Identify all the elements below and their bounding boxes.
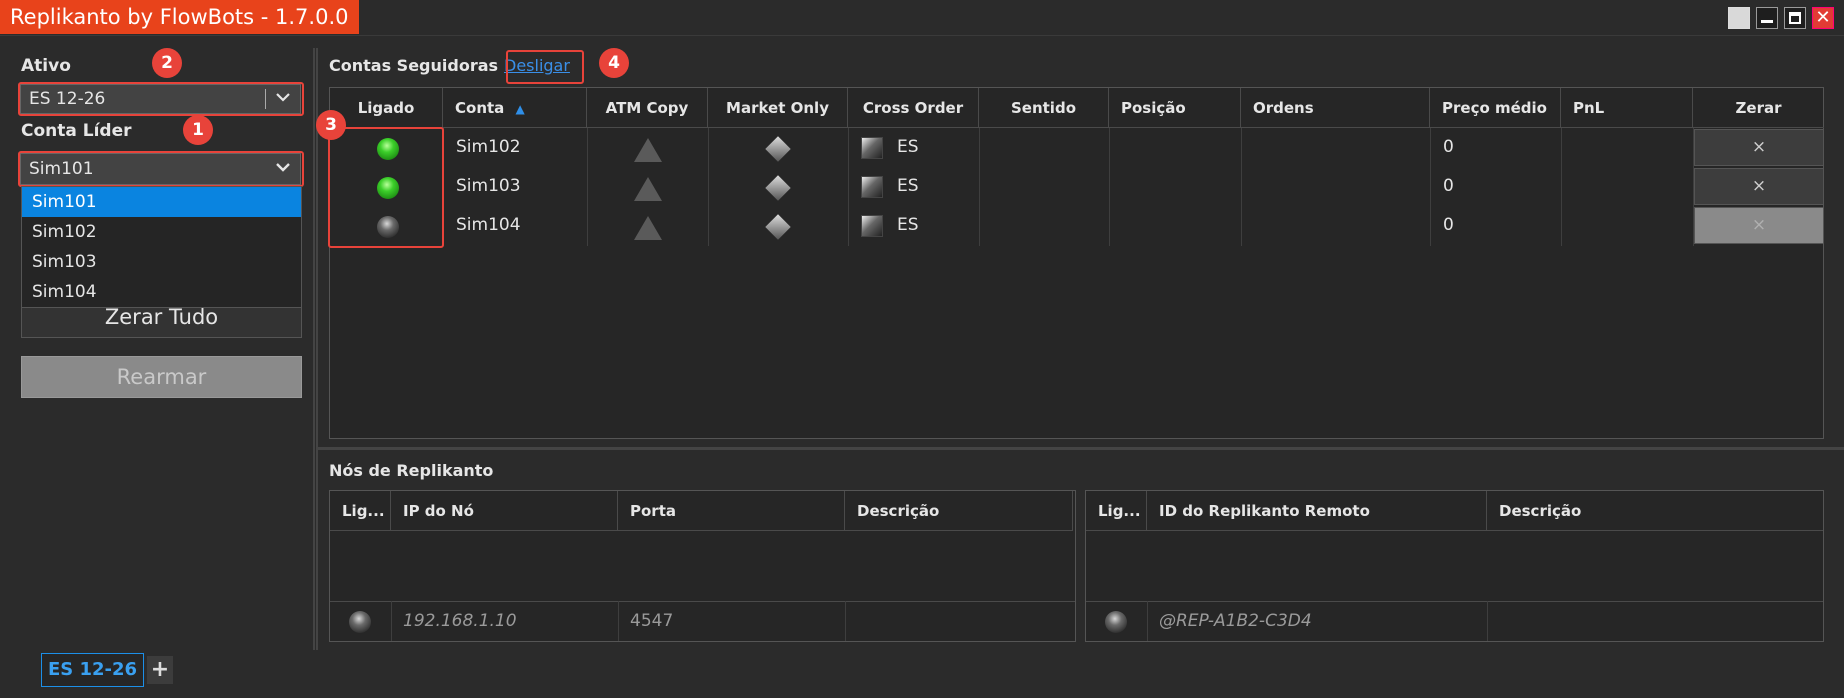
col-header-id-remoto[interactable]: ID do Replikanto Remoto — [1147, 491, 1487, 531]
node-led-off-icon[interactable] — [349, 611, 371, 633]
grid-line — [845, 601, 846, 641]
zerar-button[interactable]: × — [1694, 129, 1824, 166]
dropdown-option-sim101[interactable]: Sim101 — [22, 187, 301, 217]
zerar-button-disabled[interactable]: × — [1694, 207, 1824, 244]
annotation-badge-3: 3 — [316, 110, 346, 140]
grid-line — [391, 601, 392, 641]
app-title: Replikanto by FlowBots - 1.7.0.0 — [0, 0, 359, 34]
atm-copy-triangle-icon[interactable] — [634, 216, 662, 240]
horizontal-splitter[interactable] — [318, 447, 1844, 450]
col-header-zerar[interactable]: Zerar — [1693, 88, 1824, 128]
grid-line — [618, 601, 619, 641]
conta-cell: Sim102 — [456, 137, 521, 157]
close-icon: ✕ — [1815, 7, 1831, 28]
annotation-box-2 — [18, 82, 304, 116]
col-header-market-only[interactable]: Market Only — [708, 88, 848, 128]
grid-line — [1241, 128, 1242, 246]
market-only-diamond-icon[interactable] — [765, 136, 791, 162]
col-header-lig[interactable]: Lig... — [1086, 491, 1147, 531]
col-header-cross-order[interactable]: Cross Order — [848, 88, 979, 128]
rearmar-button[interactable]: Rearmar — [21, 356, 302, 398]
col-header-sentido[interactable]: Sentido — [979, 88, 1109, 128]
tab-es-12-26[interactable]: ES 12-26 — [41, 653, 144, 687]
title-bar: Replikanto by FlowBots - 1.7.0.0 ✕ — [0, 0, 1844, 36]
nodes-local-grid: Lig... IP do Nó Porta Descrição 192.168.… — [329, 490, 1076, 642]
add-tab-button[interactable]: + — [147, 656, 173, 684]
dropdown-option-sim104[interactable]: Sim104 — [22, 277, 301, 307]
cross-order-cell: ES — [897, 215, 919, 235]
dropdown-option-sim103[interactable]: Sim103 — [22, 247, 301, 277]
grid-line — [708, 128, 709, 246]
preco-medio-cell: 0 — [1443, 137, 1454, 157]
cross-order-cell: ES — [897, 176, 919, 196]
annotation-badge-1: 1 — [183, 115, 213, 145]
col-header-atm-copy[interactable]: ATM Copy — [587, 88, 708, 128]
grid-line — [1430, 128, 1431, 246]
ativo-label: Ativo — [21, 56, 71, 76]
col-header-ordens[interactable]: Ordens — [1241, 88, 1430, 128]
followers-grid: Ligado Conta ▲ ATM Copy Market Only Cros… — [329, 87, 1824, 439]
col-header-conta[interactable]: Conta ▲ — [443, 88, 587, 128]
grid-line — [979, 128, 980, 246]
cross-order-toggle-icon[interactable] — [861, 215, 883, 237]
conta-cell: Sim104 — [456, 215, 521, 235]
window-option-button[interactable] — [1728, 7, 1750, 29]
grid-line — [1487, 601, 1488, 641]
maximize-button[interactable] — [1784, 7, 1806, 29]
zerar-button[interactable]: × — [1694, 168, 1824, 205]
sort-ascending-icon: ▲ — [515, 102, 525, 116]
node-porta-cell: 4547 — [630, 611, 674, 631]
cross-order-cell: ES — [897, 137, 919, 157]
node-ip-cell: 192.168.1.10 — [403, 611, 517, 631]
col-header-descricao[interactable]: Descrição — [845, 491, 1073, 531]
col-header-descricao[interactable]: Descrição — [1487, 491, 1823, 531]
followers-section-title: Contas Seguidoras — [329, 56, 499, 75]
grid-line — [1147, 601, 1148, 641]
nodes-section-title: Nós de Replikanto — [329, 461, 494, 480]
conta-cell: Sim103 — [456, 176, 521, 196]
market-only-diamond-icon[interactable] — [765, 175, 791, 201]
col-header-preco-medio[interactable]: Preço médio — [1430, 88, 1561, 128]
annotation-box-4 — [506, 50, 584, 84]
remote-node-led-off-icon[interactable] — [1105, 611, 1127, 633]
conta-lider-label: Conta Líder — [21, 121, 132, 141]
grid-line — [587, 128, 588, 246]
atm-copy-triangle-icon[interactable] — [634, 177, 662, 201]
col-header-ip[interactable]: IP do Nó — [391, 491, 618, 531]
preco-medio-cell: 0 — [1443, 215, 1454, 235]
dropdown-option-sim102[interactable]: Sim102 — [22, 217, 301, 247]
grid-line — [848, 128, 849, 246]
annotation-box-1 — [18, 151, 304, 187]
conta-lider-dropdown-list: Sim101 Sim102 Sim103 Sim104 — [21, 186, 302, 308]
close-button[interactable]: ✕ — [1812, 7, 1834, 29]
annotation-badge-4: 4 — [599, 48, 629, 78]
preco-medio-cell: 0 — [1443, 176, 1454, 196]
remote-id-cell: @REP-A1B2-C3D4 — [1159, 611, 1312, 631]
col-header-lig[interactable]: Lig... — [330, 491, 391, 531]
nodes-remote-grid: Lig... ID do Replikanto Remoto Descrição… — [1085, 490, 1824, 642]
col-header-pnl[interactable]: PnL — [1561, 88, 1693, 128]
grid-line — [1561, 128, 1562, 246]
cross-order-toggle-icon[interactable] — [861, 137, 883, 159]
col-header-porta[interactable]: Porta — [618, 491, 845, 531]
vertical-splitter[interactable] — [316, 48, 318, 650]
col-header-conta-label: Conta — [455, 99, 505, 117]
atm-copy-triangle-icon[interactable] — [634, 138, 662, 162]
minimize-button[interactable] — [1756, 7, 1778, 29]
grid-line — [1109, 128, 1110, 246]
annotation-badge-2: 2 — [152, 48, 182, 78]
cross-order-toggle-icon[interactable] — [861, 176, 883, 198]
market-only-diamond-icon[interactable] — [765, 214, 791, 240]
col-header-ligado[interactable]: Ligado — [330, 88, 443, 128]
col-header-posicao[interactable]: Posição — [1109, 88, 1241, 128]
annotation-box-3 — [328, 127, 444, 248]
